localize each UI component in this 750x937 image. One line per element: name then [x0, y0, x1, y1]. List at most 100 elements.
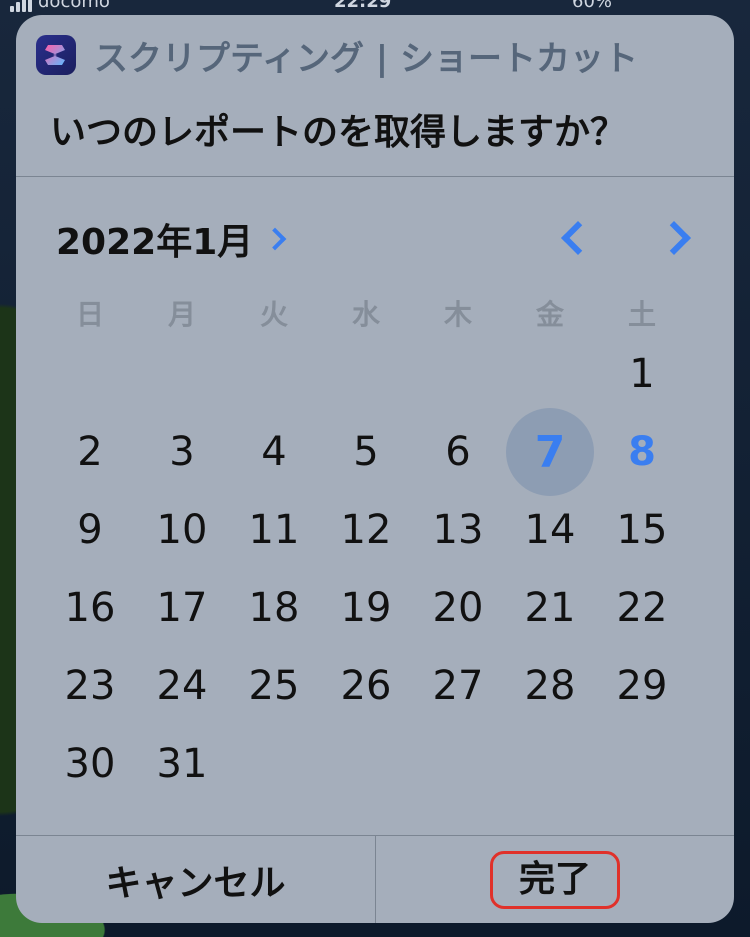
- calendar-day[interactable]: 9: [44, 491, 136, 569]
- calendar-day-number: 10: [156, 507, 208, 553]
- divider: [16, 176, 734, 177]
- calendar-day-number: 18: [248, 585, 300, 631]
- carrier-name: docomo: [38, 0, 110, 12]
- calendar-day-number: 25: [248, 663, 300, 709]
- calendar-day[interactable]: 29: [596, 647, 688, 725]
- calendar-day-number: 21: [524, 585, 576, 631]
- app-name: スクリプティング | ショートカット: [94, 38, 639, 79]
- calendar-day-number: 2: [77, 429, 103, 475]
- weekday-label: 土: [627, 298, 656, 331]
- month-label[interactable]: 2022年1月: [56, 213, 253, 265]
- previous-month-button[interactable]: [554, 218, 595, 258]
- dialog-prompt: いつのレポートのを取得しますか？: [50, 112, 627, 153]
- calendar-day[interactable]: 1: [596, 335, 688, 413]
- cancel-button[interactable]: キャンセル: [16, 836, 375, 923]
- calendar-day[interactable]: 30: [44, 725, 136, 803]
- calendar-day[interactable]: 14: [504, 491, 596, 569]
- calendar-day[interactable]: 10: [136, 491, 228, 569]
- calendar-day[interactable]: 19: [320, 569, 412, 647]
- calendar-day[interactable]: 24: [136, 647, 228, 725]
- calendar-day-number: 14: [524, 507, 576, 553]
- calendar-day-number: 9: [77, 507, 103, 553]
- calendar-day[interactable]: 18: [228, 569, 320, 647]
- calendar-day-number: 5: [353, 429, 379, 475]
- weekday-header: 日 月 火 水 木 金 土: [44, 293, 688, 333]
- calendar-day[interactable]: 12: [320, 491, 412, 569]
- calendar-day-number: 22: [616, 585, 668, 631]
- calendar-empty-cell: [320, 725, 412, 803]
- calendar-day[interactable]: 5: [320, 413, 412, 491]
- weekday-label: 金: [535, 298, 564, 331]
- done-label: 完了: [489, 850, 620, 909]
- calendar-day-number: 24: [156, 663, 208, 709]
- calendar-day-number: 1: [629, 351, 655, 397]
- calendar-day-number: 16: [64, 585, 116, 631]
- calendar-empty-cell: [44, 335, 136, 413]
- calendar-day-number: 12: [340, 507, 392, 553]
- calendar-empty-cell: [228, 335, 320, 413]
- weekday-label: 火: [259, 298, 288, 331]
- calendar-empty-cell: [136, 335, 228, 413]
- calendar-day-number: 28: [524, 663, 576, 709]
- chevron-right-icon: [657, 221, 691, 255]
- weekday-label: 木: [443, 298, 472, 331]
- calendar-day-number: 7: [534, 426, 566, 478]
- calendar-day-number: 31: [156, 741, 208, 787]
- calendar-day[interactable]: 23: [44, 647, 136, 725]
- calendar-empty-cell: [504, 335, 596, 413]
- calendar-day[interactable]: 3: [136, 413, 228, 491]
- status-time: 22:29: [334, 0, 392, 12]
- chevron-right-icon[interactable]: [263, 227, 287, 251]
- calendar-day[interactable]: 16: [44, 569, 136, 647]
- weekday-label: 水: [351, 298, 380, 331]
- calendar-day[interactable]: 26: [320, 647, 412, 725]
- shortcuts-app-icon: [36, 35, 76, 75]
- calendar-day[interactable]: 27: [412, 647, 504, 725]
- calendar-day[interactable]: 20: [412, 569, 504, 647]
- calendar-day[interactable]: 25: [228, 647, 320, 725]
- next-month-button[interactable]: [657, 218, 698, 258]
- signal-icon: [10, 0, 32, 12]
- calendar-empty-cell: [412, 335, 504, 413]
- date-picker-dialog: スクリプティング | ショートカット いつのレポートのを取得しますか？ 2022…: [16, 15, 734, 923]
- status-right: 60%: [572, 0, 612, 12]
- calendar-day-number: 6: [445, 429, 471, 475]
- calendar-day-number: 17: [156, 585, 208, 631]
- calendar-day[interactable]: 31: [136, 725, 228, 803]
- calendar-empty-cell: [320, 335, 412, 413]
- calendar-day[interactable]: 2: [44, 413, 136, 491]
- calendar-empty-cell: [228, 725, 320, 803]
- month-selector[interactable]: 2022年1月: [56, 213, 287, 265]
- calendar-day-number: 30: [64, 741, 116, 787]
- calendar-empty-cell: [412, 725, 504, 803]
- calendar-day[interactable]: 8: [596, 413, 688, 491]
- calendar-day-number: 11: [248, 507, 300, 553]
- calendar-day-number: 4: [261, 429, 287, 475]
- calendar-day[interactable]: 22: [596, 569, 688, 647]
- calendar-day[interactable]: 17: [136, 569, 228, 647]
- calendar-day[interactable]: 4: [228, 413, 320, 491]
- battery-percent: 60%: [572, 0, 613, 12]
- calendar-day-number: 15: [616, 507, 668, 553]
- calendar-day-number: 19: [340, 585, 392, 631]
- calendar-empty-cell: [596, 725, 688, 803]
- calendar-day[interactable]: 28: [504, 647, 596, 725]
- app-header: スクリプティング | ショートカット: [36, 35, 638, 79]
- calendar-empty-cell: [504, 725, 596, 803]
- calendar-day-number: 27: [432, 663, 484, 709]
- calendar-day[interactable]: 13: [412, 491, 504, 569]
- calendar-day-number: 8: [628, 429, 656, 475]
- status-bar: docomo 22:29 60%: [0, 0, 750, 14]
- calendar-day-number: 29: [616, 663, 668, 709]
- calendar-grid: 1 2 3 4 5 6 7 8 9 10 11 12 13 14 15 16 17 18 19 20 21 22 23 24 2…: [44, 335, 688, 803]
- done-button[interactable]: 完了: [376, 836, 734, 923]
- calendar-day-number: 13: [432, 507, 484, 553]
- calendar-day[interactable]: 6: [412, 413, 504, 491]
- chevron-left-icon: [561, 221, 595, 255]
- calendar-day[interactable]: 11: [228, 491, 320, 569]
- calendar-day[interactable]: 7: [504, 408, 596, 496]
- calendar-day-number: 23: [64, 663, 116, 709]
- calendar-day[interactable]: 15: [596, 491, 688, 569]
- calendar-day[interactable]: 21: [504, 569, 596, 647]
- carrier-info: docomo: [10, 0, 110, 12]
